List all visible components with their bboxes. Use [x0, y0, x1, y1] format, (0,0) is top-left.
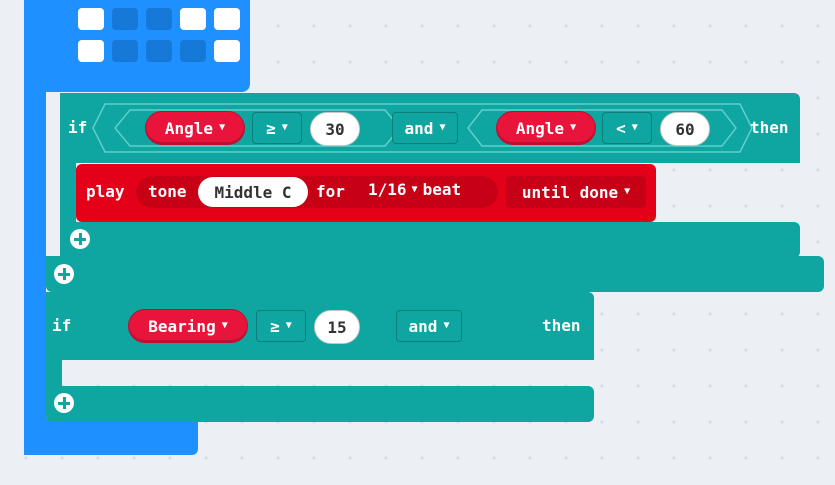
play-keyword: play — [86, 182, 125, 201]
caret-down-icon: ▼ — [439, 122, 446, 133]
number-value: 30 — [325, 119, 345, 139]
operator-symbol: ≥ — [270, 316, 280, 336]
caret-down-icon: ▼ — [281, 122, 288, 133]
caret-down-icon: ▼ — [221, 320, 228, 331]
variable-name: Angle — [515, 118, 565, 138]
if-keyword: if — [52, 316, 72, 335]
logic-label: and — [404, 118, 434, 138]
variable-angle-dropdown[interactable]: Angle ▼ — [145, 111, 245, 145]
tone-keyword: tone — [148, 182, 187, 201]
variable-angle-dropdown[interactable]: Angle ▼ — [496, 111, 596, 145]
beat-keyword: beat — [422, 180, 462, 199]
logic-and-dropdown[interactable]: and ▼ — [392, 112, 458, 144]
variable-name: Angle — [164, 118, 214, 138]
logic-and-dropdown[interactable]: and ▼ — [396, 310, 462, 342]
note-picker[interactable]: Middle C — [198, 177, 308, 207]
note-value: Middle C — [214, 182, 292, 202]
caret-down-icon: ▼ — [411, 183, 418, 195]
caret-down-icon: ▼ — [285, 320, 292, 331]
for-keyword: for — [316, 182, 345, 201]
duration-dropdown[interactable]: 1/16 ▼ beat — [368, 180, 461, 199]
operator-symbol: < — [616, 118, 626, 138]
then-keyword: then — [542, 316, 581, 335]
caret-down-icon: ▼ — [631, 122, 638, 133]
number-value: 60 — [675, 119, 695, 139]
variable-bearing-dropdown[interactable]: Bearing ▼ — [128, 309, 248, 343]
caret-down-icon: ▼ — [443, 320, 450, 331]
mode-value: until done — [521, 182, 619, 202]
operator-symbol: ≥ — [266, 118, 276, 138]
number-input[interactable]: 60 — [660, 112, 710, 146]
variable-name: Bearing — [148, 316, 216, 336]
play-mode-dropdown[interactable]: until done ▼ — [506, 176, 646, 208]
if-keyword: if — [68, 118, 88, 137]
plus-circle-icon[interactable] — [54, 393, 74, 413]
if-block-2-bottom-arm — [46, 386, 594, 422]
caret-down-icon: ▼ — [219, 122, 226, 133]
empty-boolean-slot[interactable] — [474, 310, 522, 342]
number-input[interactable]: 30 — [310, 112, 360, 146]
caret-down-icon: ▼ — [570, 122, 577, 133]
operator-dropdown[interactable]: < ▼ — [602, 112, 652, 144]
operator-dropdown[interactable]: ≥ ▼ — [256, 310, 306, 342]
duration-value: 1/16 — [368, 180, 407, 199]
logic-label: and — [408, 316, 438, 336]
number-value: 15 — [327, 317, 347, 337]
operator-dropdown[interactable]: ≥ ▼ — [252, 112, 302, 144]
number-input[interactable]: 15 — [314, 310, 360, 344]
caret-down-icon: ▼ — [624, 186, 631, 197]
then-keyword: then — [750, 118, 789, 137]
